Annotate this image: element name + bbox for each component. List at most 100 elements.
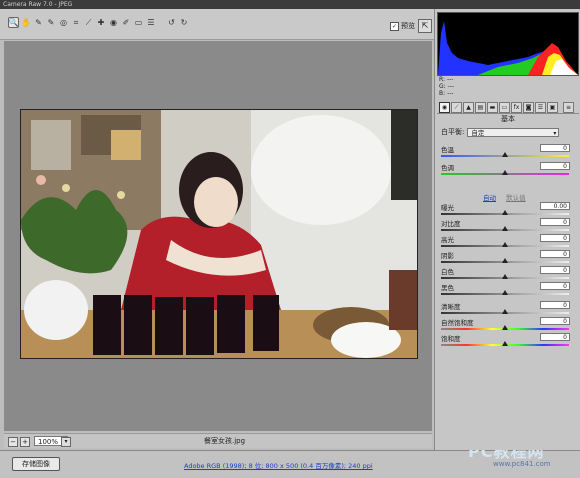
rotate-ccw-icon[interactable]: ↺ xyxy=(166,17,177,28)
tab-snapshots-icon[interactable]: ▣ xyxy=(547,102,558,113)
save-image-button[interactable]: 存储图像 xyxy=(12,457,60,471)
slider-row: 白色 0 xyxy=(441,266,573,282)
slider-row: 阴影 0 xyxy=(441,250,573,266)
color-sampler-icon[interactable]: ✎ xyxy=(46,17,57,28)
slider-knob[interactable] xyxy=(502,290,508,295)
tab-presets-icon[interactable]: ☰ xyxy=(535,102,546,113)
slider-value-input[interactable]: 0 xyxy=(540,333,570,341)
slider-label: 自然饱和度 xyxy=(441,319,474,327)
tab-detail-icon[interactable]: ▲ xyxy=(463,102,474,113)
red-eye-icon[interactable]: ◉ xyxy=(108,17,119,28)
white-balance-select[interactable]: 自定 xyxy=(467,127,560,138)
file-name: 餐室女孩.jpg xyxy=(204,437,246,445)
slider-knob[interactable] xyxy=(502,210,508,215)
slider-knob[interactable] xyxy=(502,152,508,157)
watermark-url: www.pc841.com xyxy=(493,460,551,468)
straighten-icon[interactable]: ⟋ xyxy=(83,17,94,28)
zoom-bar: − + 100% ▾ 餐室女孩.jpg xyxy=(4,433,432,448)
g-label: G: xyxy=(439,83,446,90)
tab-hsl-icon[interactable]: ▤ xyxy=(475,102,486,113)
r-value: --- xyxy=(446,76,454,83)
slider-label: 色温 xyxy=(441,146,454,154)
slider-value-input[interactable]: 0 xyxy=(540,250,570,258)
section-title: 基本 xyxy=(501,115,515,123)
slider-knob[interactable] xyxy=(502,325,508,330)
slider-value-input[interactable]: 0.00 xyxy=(540,202,570,210)
slider-value-input[interactable]: 0 xyxy=(540,144,570,152)
panel-tabs: ◉ ⟋ ▲ ▤ ▬ ▭ fx ◙ ☰ ▣ ≡ xyxy=(437,101,579,114)
preferences-icon[interactable]: ☰ xyxy=(146,17,157,28)
slider-row: 黑色 0 xyxy=(441,282,573,298)
slider-knob[interactable] xyxy=(502,274,508,279)
r-label: R: xyxy=(439,76,446,83)
slider-value-input[interactable]: 0 xyxy=(540,282,570,290)
slider-label: 饱和度 xyxy=(441,335,461,343)
slider-knob[interactable] xyxy=(502,258,508,263)
rgb-readout: R: --- G: --- B: --- xyxy=(439,76,454,97)
zoom-icon[interactable]: 🔍 xyxy=(8,17,19,28)
histogram-graph xyxy=(438,21,578,75)
zoom-out-button[interactable]: − xyxy=(8,437,18,447)
b-label: B: xyxy=(439,90,446,97)
panel-menu-icon[interactable]: ≡ xyxy=(563,102,574,113)
slider-row: 饱和度 0 xyxy=(441,333,573,349)
preview-label: 预览 xyxy=(401,22,415,30)
auto-link[interactable]: 自动 xyxy=(483,194,496,202)
slider-row: 高光 0 xyxy=(441,234,573,250)
slider-row: 自然饱和度 0 xyxy=(441,317,573,333)
graduated-filter-icon[interactable]: ▭ xyxy=(133,17,144,28)
tab-camera-calibration-icon[interactable]: ◙ xyxy=(523,102,534,113)
tab-basic-icon[interactable]: ◉ xyxy=(439,102,450,113)
slider-label: 阴影 xyxy=(441,252,454,260)
slider-knob[interactable] xyxy=(502,242,508,247)
adjustment-panel: R: --- G: --- B: --- ◉ ⟋ ▲ ▤ ▬ ▭ fx ◙ ☰ … xyxy=(434,9,580,450)
zoom-in-button[interactable]: + xyxy=(20,437,30,447)
slider-row: 曝光 0.00 xyxy=(441,202,573,218)
adjustment-brush-icon[interactable]: ✐ xyxy=(121,17,132,28)
slider-value-input[interactable]: 0 xyxy=(540,162,570,170)
tab-tone-curve-icon[interactable]: ⟋ xyxy=(451,102,462,113)
hand-icon[interactable]: ✋ xyxy=(21,17,32,28)
tab-lens-corrections-icon[interactable]: ▭ xyxy=(499,102,510,113)
auto-default-links: 自动 默认值 xyxy=(483,192,534,202)
chevron-down-icon[interactable]: ▾ xyxy=(61,437,71,447)
slider-value-input[interactable]: 0 xyxy=(540,301,570,309)
slider-label: 对比度 xyxy=(441,220,461,228)
slider-knob[interactable] xyxy=(502,226,508,231)
g-value: --- xyxy=(447,83,455,90)
rotate-cw-icon[interactable]: ↻ xyxy=(179,17,190,28)
slider-row: 色温 0 xyxy=(441,144,573,160)
white-balance-icon[interactable]: ✎ xyxy=(33,17,44,28)
preview-checkbox-group[interactable]: ✓ 预览 xyxy=(390,21,415,31)
b-value: --- xyxy=(447,90,454,97)
histogram xyxy=(437,12,579,76)
window-title-bar: Camera Raw 7.0 - JPEG xyxy=(0,0,580,9)
spot-removal-icon[interactable]: ✚ xyxy=(96,17,107,28)
white-balance-row: 白平衡: 自定 xyxy=(441,127,560,138)
target-adjust-icon[interactable]: ◎ xyxy=(58,17,69,28)
slider-row: 清晰度 0 xyxy=(441,301,573,317)
tab-effects-icon[interactable]: fx xyxy=(511,102,522,113)
slider-value-input[interactable]: 0 xyxy=(540,234,570,242)
tab-split-toning-icon[interactable]: ▬ xyxy=(487,102,498,113)
photo-illustration xyxy=(21,110,417,358)
slider-label: 曝光 xyxy=(441,204,454,212)
slider-knob[interactable] xyxy=(502,341,508,346)
tool-bar: 🔍 ✋ ✎ ✎ ◎ ⌗ ⟋ ✚ ◉ ✐ ▭ ☰ ↺ ↻ ✓ 预览 ⇱ xyxy=(0,9,434,40)
slider-row: 色调 0 xyxy=(441,162,573,178)
slider-value-input[interactable]: 0 xyxy=(540,218,570,226)
slider-value-input[interactable]: 0 xyxy=(540,266,570,274)
slider-row: 对比度 0 xyxy=(441,218,573,234)
default-link[interactable]: 默认值 xyxy=(506,194,526,202)
preview-checkbox[interactable]: ✓ xyxy=(390,21,399,31)
slider-label: 高光 xyxy=(441,236,454,244)
fullscreen-toggle-icon[interactable]: ⇱ xyxy=(418,19,432,33)
preview-image[interactable] xyxy=(20,109,418,359)
workflow-options-link[interactable]: Adobe RGB (1998); 8 位; 800 x 500 (0.4 百万… xyxy=(184,460,373,470)
slider-knob[interactable] xyxy=(502,170,508,175)
slider-value-input[interactable]: 0 xyxy=(540,317,570,325)
window-title: Camera Raw 7.0 - JPEG xyxy=(3,1,73,8)
slider-knob[interactable] xyxy=(502,309,508,314)
crop-icon[interactable]: ⌗ xyxy=(71,17,82,28)
slider-label: 清晰度 xyxy=(441,303,461,311)
